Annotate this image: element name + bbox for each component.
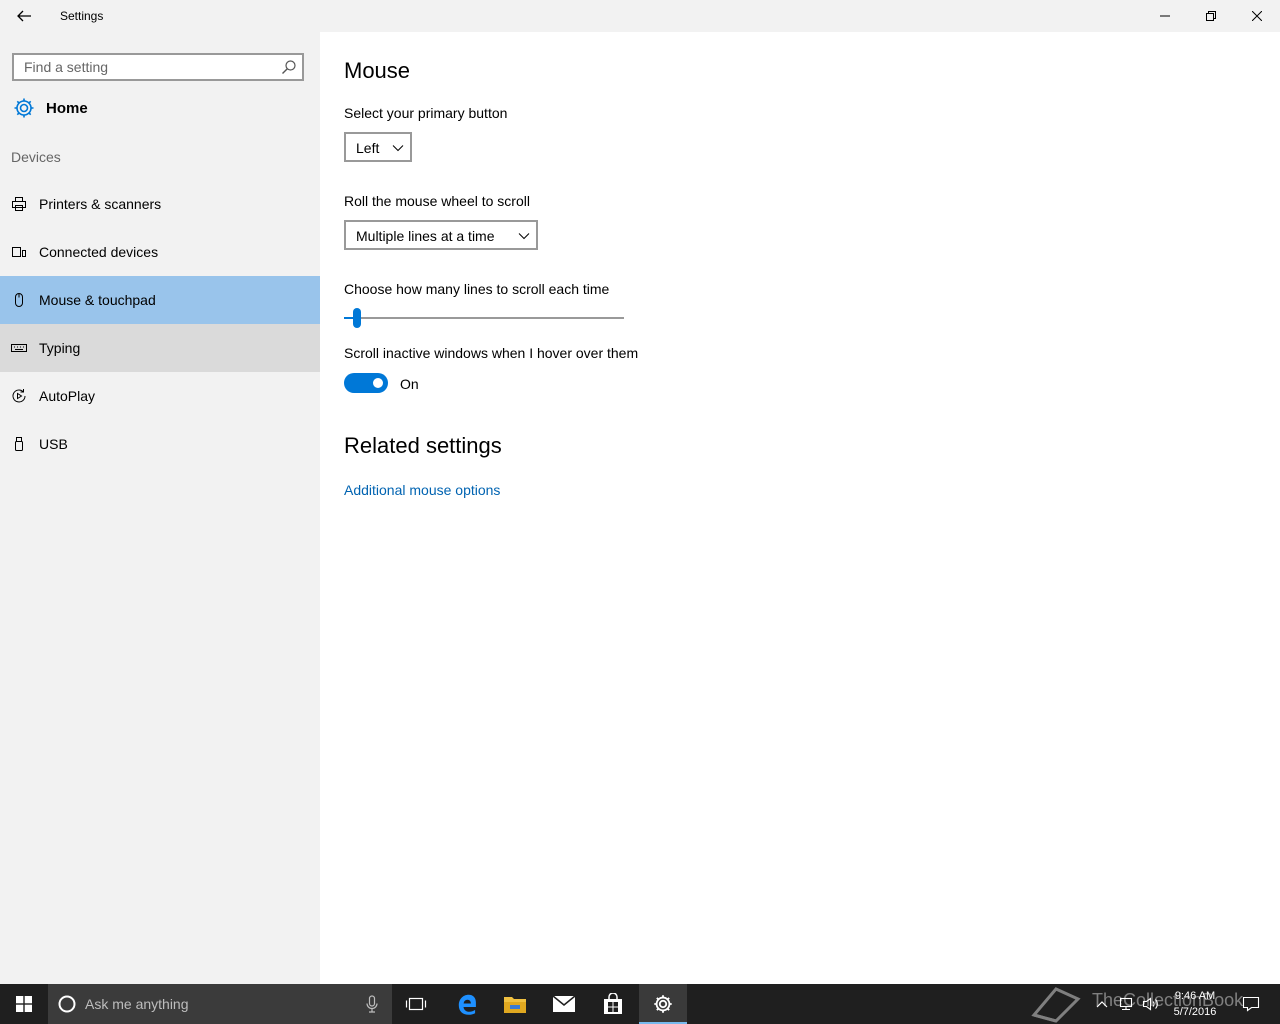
- volume-tray-button[interactable]: [1140, 984, 1162, 1024]
- start-button[interactable]: [0, 984, 48, 1024]
- gear-icon: [14, 98, 34, 118]
- clock-date: 5/7/2016: [1173, 1006, 1217, 1018]
- inactive-scroll-toggle[interactable]: [344, 373, 388, 393]
- restore-icon: [1206, 11, 1216, 21]
- taskbar: Ask me anything TheCollectionBook 9:46 A…: [0, 984, 1280, 1024]
- inactive-scroll-label: Scroll inactive windows when I hover ove…: [344, 345, 639, 361]
- sidebar-item-mouse-touchpad[interactable]: Mouse & touchpad: [0, 276, 320, 324]
- wheel-scroll-dropdown[interactable]: Multiple lines at a time: [344, 220, 538, 250]
- chevron-down-icon: [518, 233, 530, 240]
- slider-thumb[interactable]: [353, 308, 361, 328]
- primary-button-label: Select your primary button: [344, 105, 508, 121]
- sidebar-item-label: Connected devices: [39, 244, 159, 260]
- network-tray-button[interactable]: [1116, 984, 1136, 1024]
- minimize-icon: [1160, 15, 1170, 17]
- task-view-icon: [405, 997, 427, 1011]
- sidebar-item-label: USB: [39, 436, 68, 452]
- network-icon: [1119, 997, 1133, 1011]
- usb-icon: [11, 436, 27, 452]
- settings-taskbar-button[interactable]: [639, 984, 687, 1024]
- keyboard-icon: [11, 340, 27, 356]
- cortana-search-placeholder: Ask me anything: [85, 996, 189, 1012]
- mail-button[interactable]: [540, 984, 588, 1024]
- mouse-icon: [11, 292, 27, 308]
- related-settings-title: Related settings: [344, 433, 502, 458]
- minimize-button[interactable]: [1142, 0, 1188, 32]
- slider-fill: [344, 317, 353, 319]
- taskbar-clock[interactable]: 9:46 AM 5/7/2016: [1166, 988, 1224, 1020]
- autoplay-icon: [11, 388, 27, 404]
- find-setting-input[interactable]: [14, 55, 284, 79]
- cortana-icon: [58, 995, 76, 1013]
- find-setting-search: [12, 53, 304, 81]
- mail-icon: [552, 995, 576, 1012]
- primary-button-value: Left: [356, 140, 380, 156]
- cortana-search-box[interactable]: Ask me anything: [48, 984, 392, 1024]
- task-view-button[interactable]: [392, 984, 440, 1024]
- close-button[interactable]: [1234, 0, 1280, 32]
- sidebar-item-label: Typing: [39, 340, 81, 356]
- slider-track: [344, 317, 624, 319]
- sidebar-item-label: Printers & scanners: [39, 196, 162, 212]
- gear-icon: [654, 995, 672, 1013]
- edge-icon: [458, 994, 476, 1015]
- page-title: Mouse: [344, 58, 411, 83]
- home-link[interactable]: Home: [0, 92, 320, 126]
- window-title: Settings: [60, 9, 104, 23]
- chevron-down-icon: [392, 145, 404, 152]
- sidebar-item-typing[interactable]: Typing: [0, 324, 320, 372]
- lines-scroll-slider[interactable]: [344, 306, 624, 330]
- microphone-icon[interactable]: [366, 995, 378, 1013]
- section-label-devices: Devices: [11, 149, 61, 165]
- show-hidden-icons-button[interactable]: [1092, 984, 1112, 1024]
- book-logo-icon: [1031, 987, 1081, 1023]
- store-button[interactable]: [589, 984, 637, 1024]
- title-bar: Settings: [0, 0, 1280, 32]
- home-label: Home: [46, 100, 88, 117]
- search-icon[interactable]: [281, 59, 297, 75]
- edge-browser-button[interactable]: [443, 984, 491, 1024]
- sidebar-item-connected-devices[interactable]: Connected devices: [0, 228, 320, 276]
- sidebar: Home Devices Printers & scanners Connect…: [0, 32, 320, 984]
- restore-button[interactable]: [1188, 0, 1234, 32]
- clock-time: 9:46 AM: [1174, 990, 1216, 1002]
- sidebar-item-printers-scanners[interactable]: Printers & scanners: [0, 180, 320, 228]
- printer-icon: [11, 196, 27, 212]
- close-icon: [1252, 11, 1262, 21]
- store-icon: [604, 993, 622, 1014]
- devices-icon: [11, 244, 27, 260]
- sidebar-item-autoplay[interactable]: AutoPlay: [0, 372, 320, 420]
- sidebar-item-label: AutoPlay: [39, 388, 96, 404]
- sidebar-item-usb[interactable]: USB: [0, 420, 320, 468]
- lines-slider-label: Choose how many lines to scroll each tim…: [344, 281, 610, 297]
- additional-mouse-options-link[interactable]: Additional mouse options: [344, 482, 500, 498]
- sidebar-item-label: Mouse & touchpad: [39, 292, 156, 308]
- file-explorer-button[interactable]: [491, 984, 539, 1024]
- action-center-button[interactable]: [1236, 984, 1266, 1024]
- wheel-scroll-value: Multiple lines at a time: [356, 228, 495, 244]
- chevron-up-icon: [1096, 1001, 1108, 1008]
- back-button[interactable]: [8, 0, 40, 32]
- toggle-knob: [373, 378, 383, 388]
- inactive-scroll-state: On: [400, 376, 419, 392]
- notification-icon: [1242, 996, 1260, 1012]
- windows-logo-icon: [16, 996, 32, 1012]
- folder-icon: [504, 997, 526, 1013]
- main-content: Mouse Select your primary button Left Ro…: [320, 32, 1280, 984]
- speaker-icon: [1142, 997, 1158, 1011]
- back-arrow-icon: [17, 10, 31, 22]
- wheel-scroll-label: Roll the mouse wheel to scroll: [344, 193, 530, 209]
- primary-button-dropdown[interactable]: Left: [344, 132, 412, 162]
- sidebar-nav: Printers & scanners Connected devices Mo…: [0, 180, 320, 468]
